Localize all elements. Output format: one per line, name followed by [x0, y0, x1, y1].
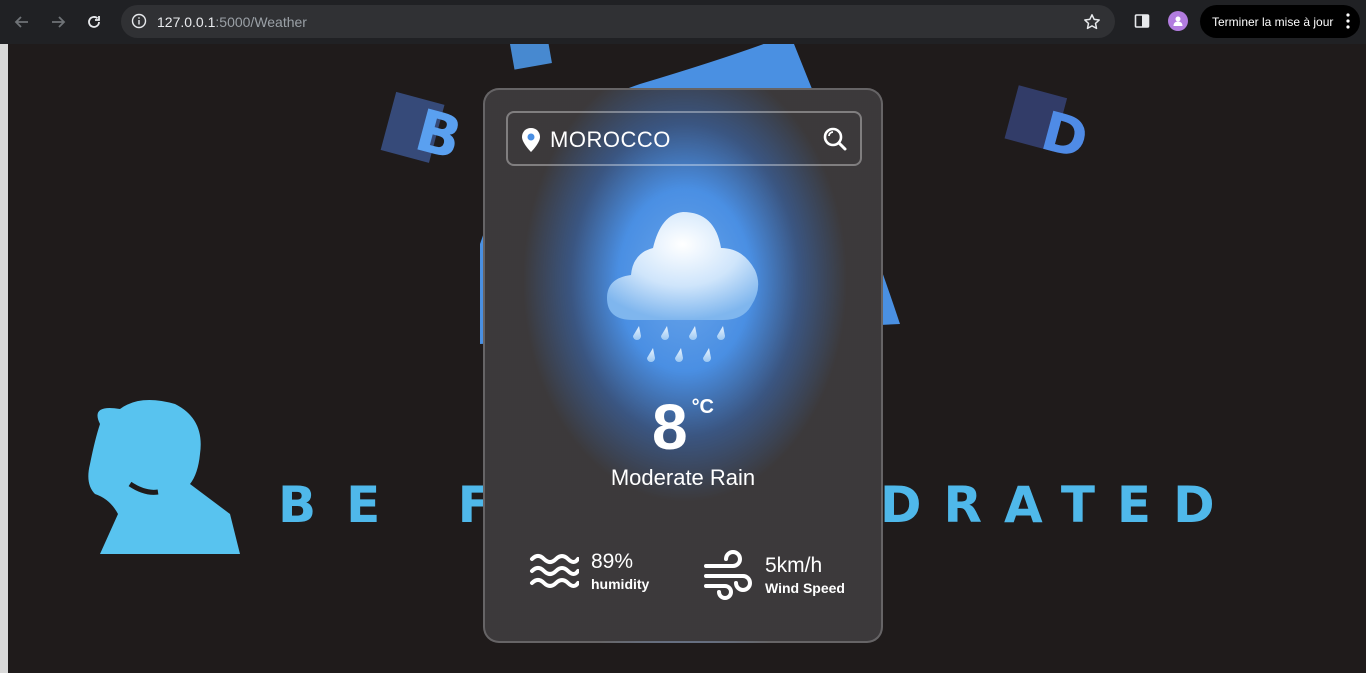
comb-mark-top — [509, 44, 552, 70]
address-bar[interactable]: 127.0.0.1:5000/Weather — [121, 5, 1115, 38]
humidity-value: 89% — [591, 550, 634, 573]
url-text[interactable]: 127.0.0.1:5000/Weather — [157, 14, 307, 30]
site-info-icon[interactable] — [129, 11, 149, 31]
weather-card: MOROCCO 8 °C Moderate Rain 89% humidity … — [483, 88, 883, 643]
raindrops — [633, 326, 725, 362]
wind-detail: 5km/h Wind Speed — [703, 550, 845, 600]
profile-avatar[interactable] — [1168, 11, 1188, 31]
profile-icon — [1173, 16, 1183, 26]
side-panel-icon — [1134, 14, 1150, 28]
temperature-unit: °C — [691, 396, 715, 418]
side-panel-button[interactable] — [1130, 9, 1154, 33]
reload-button[interactable] — [80, 8, 108, 36]
wind-icon — [704, 550, 752, 600]
face-silhouette — [88, 400, 240, 554]
bookmark-star-icon[interactable] — [1081, 11, 1103, 33]
humidity-label: humidity — [591, 576, 650, 592]
arrow-left-icon — [14, 16, 28, 28]
humidity-detail: 89% humidity — [529, 550, 649, 592]
finish-update-button[interactable]: Terminer la mise à jour — [1200, 5, 1360, 38]
url-host: 127.0.0.1 — [157, 14, 216, 30]
temperature: 8 °C — [485, 390, 881, 464]
rain-cloud-icon — [607, 212, 759, 362]
logo-letter-left: B — [380, 91, 469, 173]
waves-icon — [530, 554, 579, 588]
page-content: B D BE FO DRATED MOROCCO 8 °C Moderate R… — [0, 44, 1366, 673]
url-path: :5000/Weather — [215, 14, 307, 30]
search-icon[interactable] — [822, 126, 848, 152]
search-box: MOROCCO — [506, 111, 862, 166]
forward-button[interactable] — [44, 8, 72, 36]
wind-value: 5km/h — [765, 554, 823, 577]
temperature-value: 8 — [651, 391, 688, 463]
back-button[interactable] — [8, 8, 36, 36]
banner-text-right: DRATED — [880, 476, 1237, 534]
location-pin-icon — [522, 128, 540, 152]
more-vert-icon[interactable] — [1346, 13, 1350, 29]
reload-icon — [88, 16, 100, 28]
search-input[interactable]: MOROCCO — [550, 127, 671, 153]
browser-toolbar: 127.0.0.1:5000/Weather Terminer la mise … — [0, 0, 1366, 44]
logo-letter-right: D — [1004, 85, 1095, 172]
arrow-right-icon — [52, 16, 66, 28]
wind-label: Wind Speed — [765, 580, 845, 596]
weather-description: Moderate Rain — [610, 465, 756, 490]
finish-update-label: Terminer la mise à jour — [1212, 14, 1334, 29]
